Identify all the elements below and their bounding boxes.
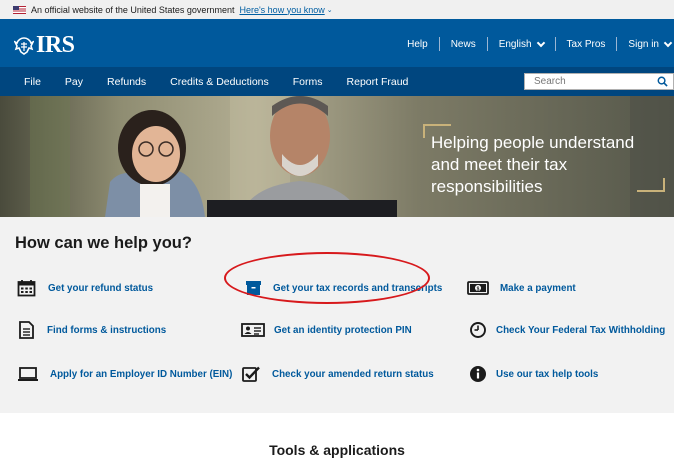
eagle-icon <box>14 36 34 55</box>
info-icon <box>470 366 486 382</box>
gov-banner: An official website of the United States… <box>0 0 674 19</box>
laptop-icon <box>18 367 38 381</box>
corner-accent <box>637 178 665 192</box>
search-input[interactable] <box>525 76 645 87</box>
apply-ein-label: Apply for an Employer ID Number (EIN) <box>50 368 233 380</box>
main-nav: File Pay Refunds Credits & Deductions Fo… <box>0 67 674 96</box>
nav-item-refunds[interactable]: Refunds <box>95 76 158 88</box>
utility-nav: Help News English Tax Pros Sign in <box>396 37 674 51</box>
apply-ein-link[interactable]: Apply for an Employer ID Number (EIN) <box>17 365 232 383</box>
news-label: News <box>450 38 476 50</box>
search-icon[interactable] <box>657 76 668 87</box>
language-label: English <box>498 38 532 50</box>
archive-box-icon <box>246 281 261 295</box>
us-flag-icon <box>13 5 26 14</box>
logo-text: IRS <box>36 32 75 58</box>
help-label: Help <box>407 38 428 50</box>
amended-return-label: Check your amended return status <box>272 368 434 380</box>
hero-banner: Helping people understand and meet their… <box>0 96 674 217</box>
tools-title: Tools & applications <box>269 442 405 458</box>
document-icon <box>19 321 34 339</box>
heres-how-you-know-link[interactable]: Here's how you know <box>239 5 324 15</box>
news-link[interactable]: News <box>440 37 488 51</box>
help-link[interactable]: Help <box>396 37 440 51</box>
nav-item-forms[interactable]: Forms <box>281 76 335 88</box>
gov-banner-text: An official website of the United States… <box>31 4 235 15</box>
tax-records-label: Get your tax records and transcripts <box>273 282 443 294</box>
refund-status-label: Get your refund status <box>48 282 154 294</box>
help-section: How can we help you? Get your refund sta… <box>0 217 674 413</box>
clock-icon <box>470 322 486 338</box>
make-payment-link[interactable]: $ Make a payment <box>467 279 576 297</box>
sign-in-label: Sign in <box>628 38 659 50</box>
checkbox-icon <box>242 366 260 382</box>
tax-withholding-label: Check Your Federal Tax Withholding <box>496 324 666 336</box>
id-card-icon <box>241 323 265 337</box>
identity-pin-label: Get an identity protection PIN <box>274 324 412 336</box>
help-title: How can we help you? <box>15 234 192 252</box>
hero-title: Helping people understand and meet their… <box>431 133 635 196</box>
tax-help-tools-label: Use our tax help tools <box>496 368 599 380</box>
nav-item-pay[interactable]: Pay <box>53 76 95 88</box>
tax-pros-link[interactable]: Tax Pros <box>556 37 618 51</box>
tools-section: Tools & applications <box>0 413 674 474</box>
identity-pin-link[interactable]: Get an identity protection PIN <box>241 321 412 339</box>
site-header: IRS Help News English Tax Pros Sign in <box>0 19 674 67</box>
search-box <box>524 73 674 90</box>
svg-text:$: $ <box>477 286 480 292</box>
chevron-down-icon[interactable]: ⌄ <box>327 6 333 14</box>
language-dropdown[interactable]: English <box>488 37 556 51</box>
find-forms-label: Find forms & instructions <box>47 324 167 336</box>
refund-status-link[interactable]: Get your refund status <box>17 279 153 297</box>
tax-withholding-link[interactable]: Check Your Federal Tax Withholding <box>469 321 665 339</box>
make-payment-label: Make a payment <box>500 282 576 294</box>
chevron-down-icon <box>536 38 545 47</box>
find-forms-link[interactable]: Find forms & instructions <box>17 321 166 339</box>
dollar-bill-icon: $ <box>467 281 489 295</box>
calendar-icon <box>17 280 36 297</box>
sign-in-dropdown[interactable]: Sign in <box>617 37 674 51</box>
tax-help-tools-link[interactable]: Use our tax help tools <box>469 365 598 383</box>
nav-item-credits-deductions[interactable]: Credits & Deductions <box>158 76 281 88</box>
tax-pros-label: Tax Pros <box>566 38 606 50</box>
amended-return-link[interactable]: Check your amended return status <box>241 365 434 383</box>
chevron-down-icon <box>663 38 673 47</box>
nav-item-report-fraud[interactable]: Report Fraud <box>335 76 421 88</box>
hero-title-box: Helping people understand and meet their… <box>423 124 667 196</box>
tax-records-link[interactable]: Get your tax records and transcripts <box>244 279 442 297</box>
nav-item-file[interactable]: File <box>0 76 53 88</box>
irs-logo[interactable]: IRS <box>14 32 75 59</box>
